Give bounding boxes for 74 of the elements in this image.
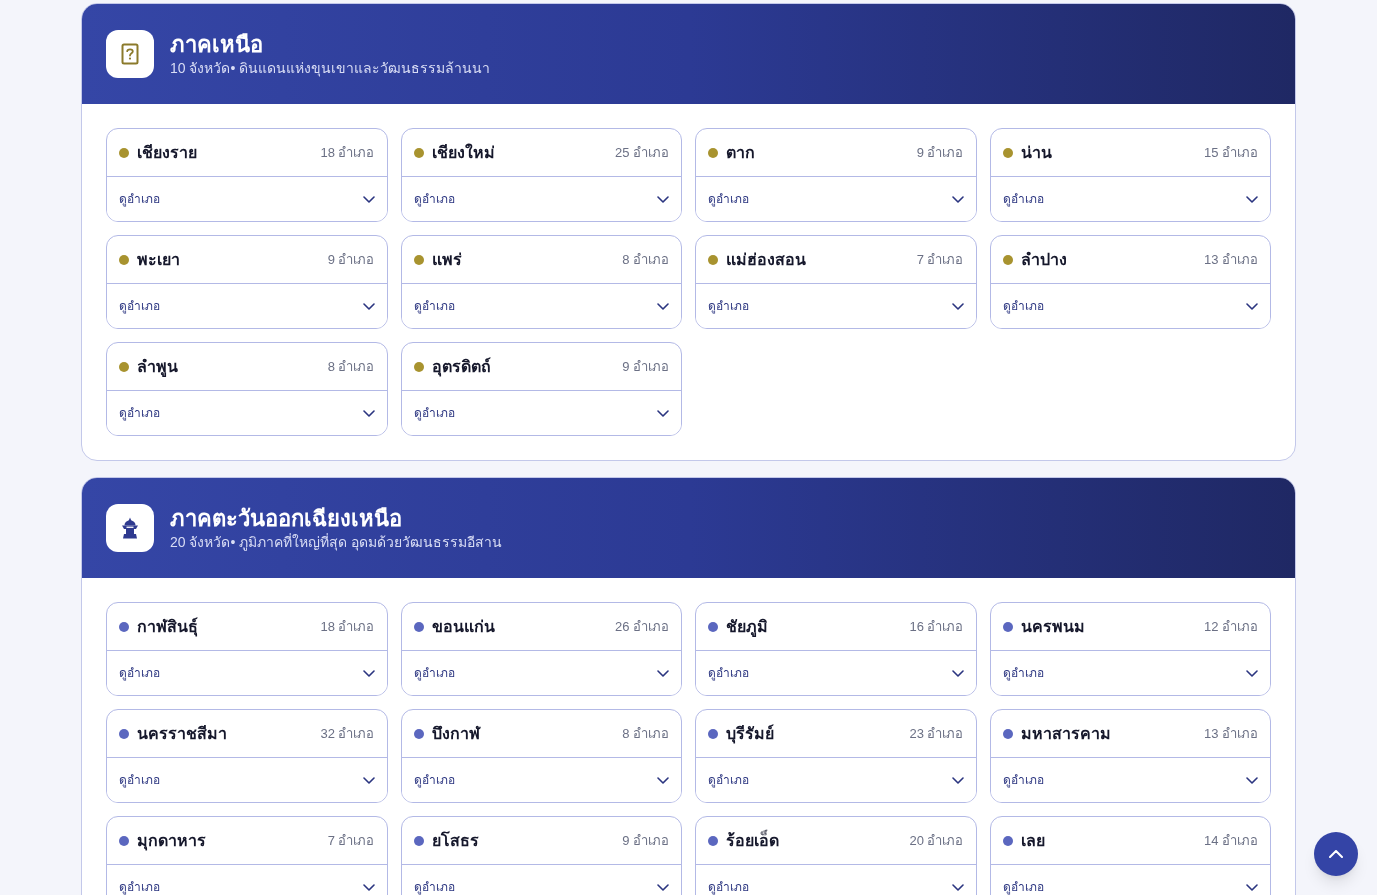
province-name: บึงกาฬ — [431, 723, 480, 744]
chevron-down-icon — [951, 195, 964, 203]
province-name: เชียงใหม่ — [431, 142, 495, 163]
province-name: บุรีรัมย์ — [726, 723, 774, 746]
chevron-down-icon — [1246, 195, 1258, 203]
question-card-icon — [121, 43, 139, 65]
province-name: มุกดาหาร — [137, 830, 206, 853]
region-title: ภาคเหนือ — [170, 31, 264, 59]
province-name: กาฬสินธุ์ — [137, 616, 198, 639]
chevron-down-icon — [362, 776, 375, 784]
chevron-down-icon — [362, 669, 375, 677]
region-subtitle: 20 จังหวัด• ภูมิภาคที่ใหญ่ที่สุด อุดมด้วยวัฒนธรรมอีสาน — [170, 533, 503, 551]
chevron-down-icon — [657, 776, 669, 784]
province-name: ยโสธร — [431, 830, 479, 851]
district-count: 7 อำเภอ — [916, 250, 964, 269]
chevron-down-icon — [1246, 302, 1258, 310]
district-count: 13 อำเภอ — [1203, 724, 1258, 743]
province-name: เชียงราย — [137, 142, 197, 163]
chevron-down-icon — [362, 302, 375, 310]
chevron-down-icon — [951, 669, 964, 677]
district-count: 25 อำเภอ — [614, 143, 669, 162]
district-count: 9 อำเภอ — [327, 250, 375, 269]
chevron-up-icon — [1329, 850, 1343, 858]
chevron-down-icon — [951, 302, 964, 310]
province-name: นครราชสีมา — [137, 723, 227, 744]
region-subtitle: 10 จังหวัด• ดินแดนแห่งขุนเขาและวัฒนธรรมล้านนา — [170, 59, 491, 77]
province-name: อุตรดิตถ์ — [431, 356, 491, 379]
district-count: 13 อำเภอ — [1203, 250, 1258, 269]
district-count: 23 อำเภอ — [909, 724, 964, 743]
province-name: นครพนม — [1020, 616, 1085, 637]
province-name: พะเยา — [137, 249, 180, 270]
province-name: ร้อยเอ็ด — [726, 828, 779, 851]
district-count: 26 อำเภอ — [614, 617, 669, 636]
temple-icon — [120, 517, 140, 539]
scroll-to-top-button[interactable] — [1314, 832, 1358, 876]
chevron-down-icon — [1246, 776, 1258, 784]
district-count: 20 อำเภอ — [909, 831, 964, 850]
district-count: 16 อำเภอ — [909, 617, 964, 636]
chevron-down-icon — [657, 883, 669, 891]
chevron-down-icon — [657, 409, 669, 417]
district-count: 8 อำเภอ — [327, 357, 375, 376]
province-name: ลำปาง — [1020, 249, 1067, 270]
chevron-down-icon — [362, 409, 375, 417]
district-count: 8 อำเภอ — [622, 724, 669, 743]
province-name: ตาก — [726, 142, 755, 163]
province-name: มหาสารคาม — [1020, 723, 1111, 744]
district-count: 14 อำเภอ — [1203, 831, 1258, 850]
district-count: 9 อำเภอ — [622, 831, 669, 850]
district-count: 15 อำเภอ — [1203, 143, 1258, 162]
province-name: แม่ฮ่องสอน — [726, 249, 806, 270]
chevron-down-icon — [951, 883, 964, 891]
chevron-down-icon — [362, 195, 375, 203]
district-count: 18 อำเภอ — [320, 617, 375, 636]
chevron-down-icon — [1246, 669, 1258, 677]
chevron-down-icon — [362, 883, 375, 891]
district-count: 7 อำเภอ — [327, 831, 375, 850]
district-count: 18 อำเภอ — [320, 143, 375, 162]
district-count: 32 อำเภอ — [320, 724, 375, 743]
province-name: ขอนแก่น — [431, 616, 495, 637]
chevron-down-icon — [657, 669, 669, 677]
province-name: แพร่ — [431, 249, 462, 270]
district-count: 8 อำเภอ — [622, 250, 669, 269]
province-name: ชัยภูมิ — [726, 616, 768, 639]
chevron-down-icon — [951, 776, 964, 784]
chevron-down-icon — [657, 195, 669, 203]
chevron-down-icon — [657, 302, 669, 310]
province-name: เลย — [1020, 830, 1045, 851]
region-title: ภาคตะวันออกเฉียงเหนือ — [170, 505, 403, 533]
district-count: 9 อำเภอ — [622, 357, 669, 376]
chevron-down-icon — [1246, 883, 1258, 891]
district-count: 9 อำเภอ — [916, 143, 964, 162]
province-name: ลำพูน — [137, 356, 178, 379]
province-name: น่าน — [1020, 142, 1052, 163]
district-count: 12 อำเภอ — [1203, 617, 1258, 636]
